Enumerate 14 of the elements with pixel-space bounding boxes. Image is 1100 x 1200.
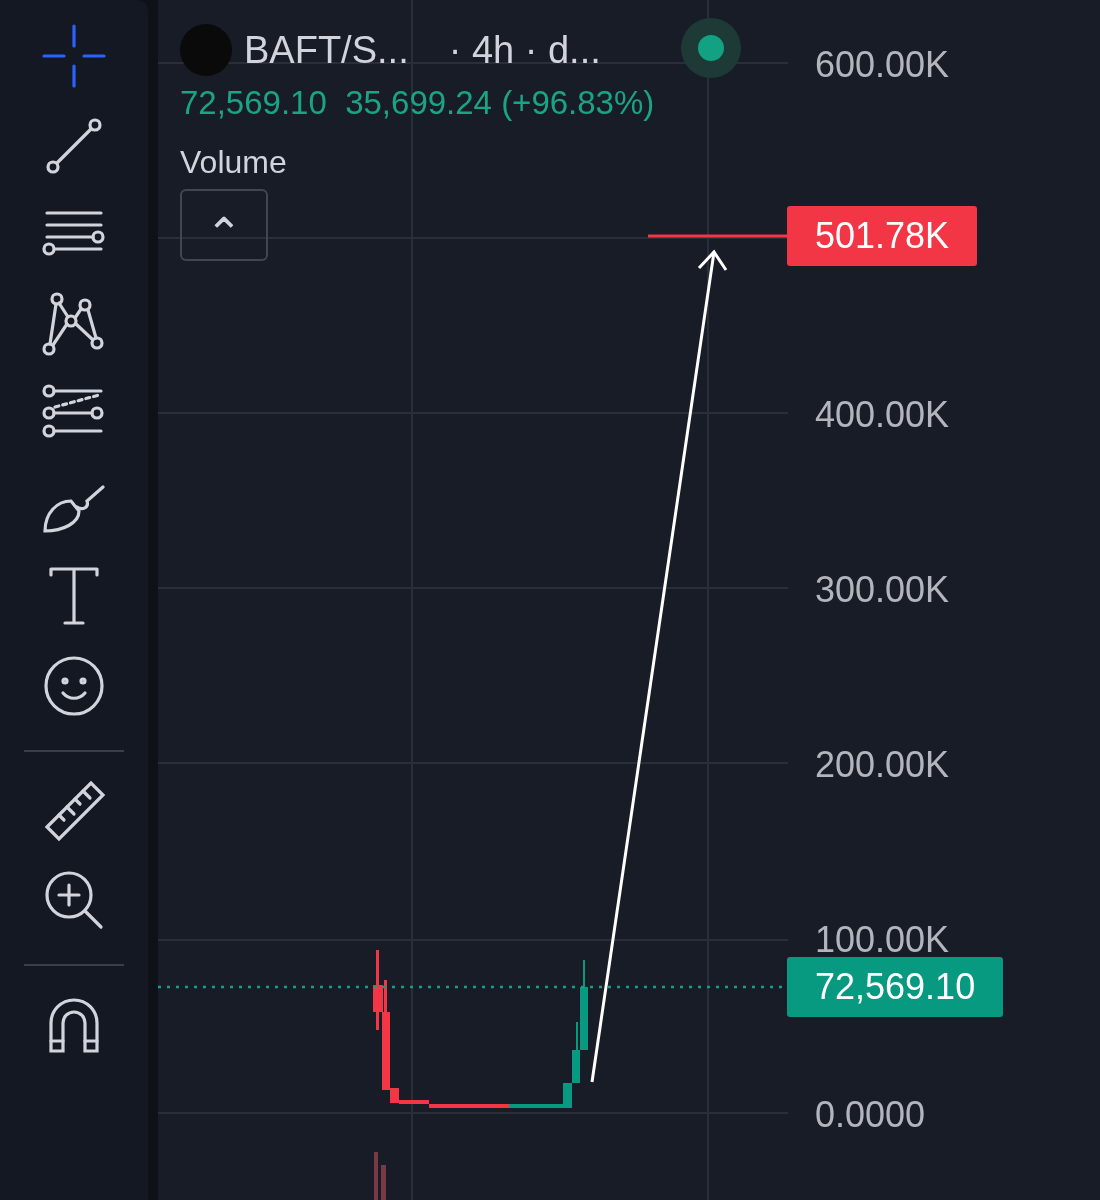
volume-bars-drawing [374, 1152, 386, 1200]
axis-label: 400.00K [815, 394, 950, 436]
price-tag: 72,569.10 [787, 957, 1004, 1017]
collapse-button[interactable]: ⌃ [180, 189, 268, 261]
axis-label: 0.0000 [815, 1094, 926, 1136]
interval-label[interactable]: · 4h · d... [448, 28, 601, 72]
axis-label: 600.00K [815, 44, 950, 86]
symbol-name[interactable]: BAFT/S... [244, 28, 409, 72]
symbol-logo [180, 24, 232, 76]
price-change: 72,569.10 35,699.24 (+96.83%) [180, 84, 655, 122]
axis-label: 300.00K [815, 569, 950, 611]
axis-label: 200.00K [815, 744, 950, 786]
indicator-label: Volume [180, 144, 288, 181]
price-tag: 501.78K [787, 206, 978, 266]
